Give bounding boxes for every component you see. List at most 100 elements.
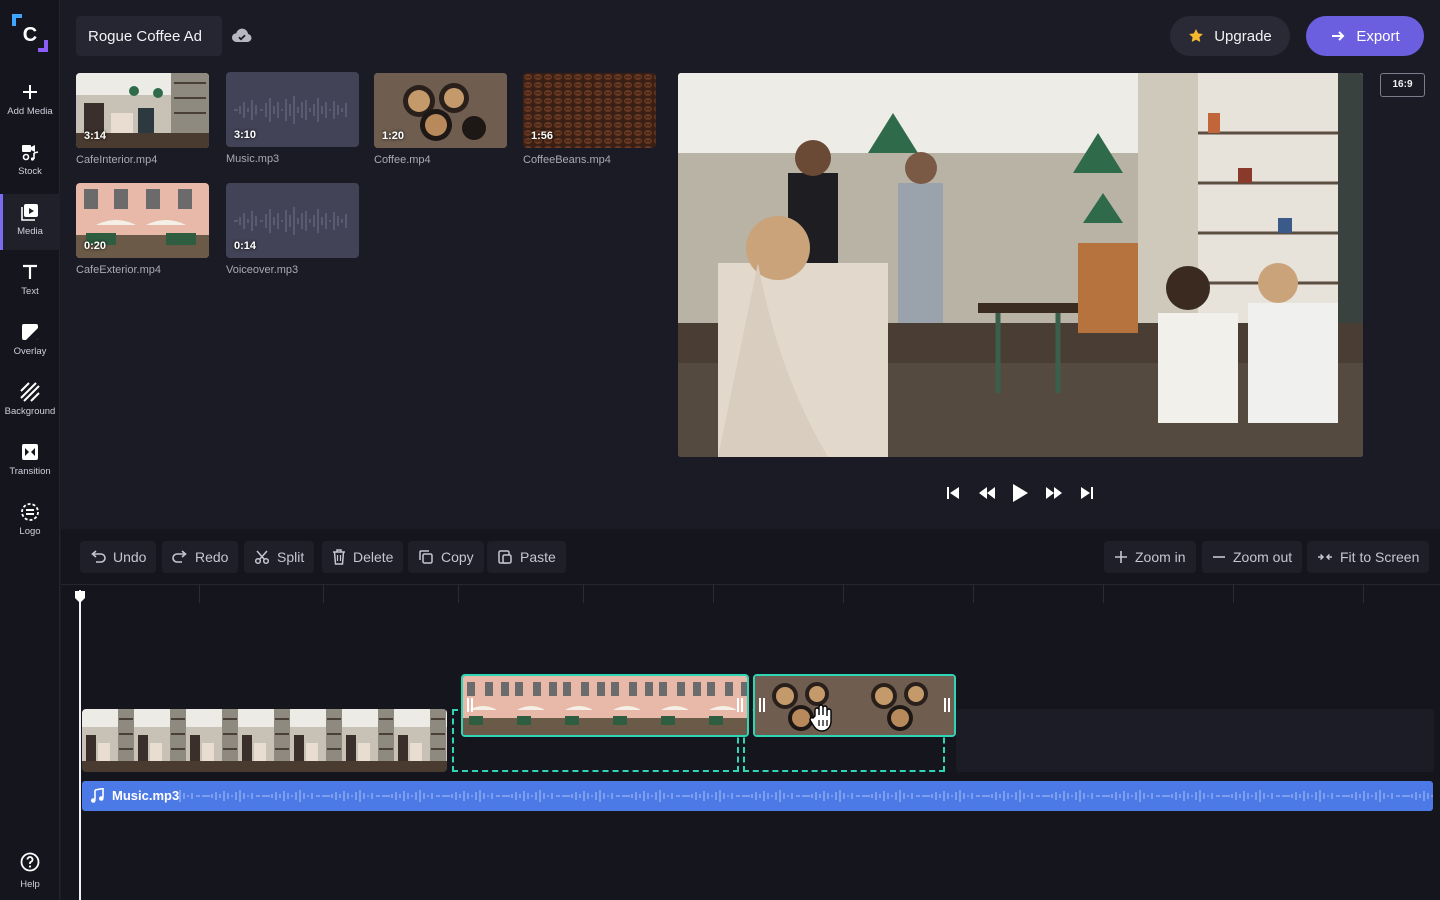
sidebar-item-background[interactable]: Background [0,382,60,438]
playback-controls [940,480,1100,506]
video-clip-coffee[interactable] [753,674,956,737]
media-thumbnail: 3:10 [226,72,359,147]
media-filename: CoffeeBeans.mp4 [523,154,611,166]
sidebar-item-label: Overlay [13,346,47,357]
media-duration: 1:20 [382,130,405,142]
sidebar-item-transition[interactable]: Transition [0,442,60,498]
project-title-field[interactable]: Rogue Coffee Ad [76,16,222,56]
media-item-coffee-beans[interactable]: 1:56 CoffeeBeans.mp4 [523,73,656,166]
media-filename: CafeInterior.mp4 [76,154,158,166]
clipchamp-logo[interactable]: C [12,14,48,52]
upgrade-label: Upgrade [1214,27,1272,45]
scissors-icon [254,550,270,565]
media-item-coffee[interactable]: 1:20 Coffee.mp4 [374,73,507,166]
trash-icon [333,549,345,565]
background-icon [20,382,40,402]
media-thumbnail: 1:20 [374,73,507,148]
ruler-tick [199,585,200,603]
svg-text:C: C [23,24,37,46]
skip-start-icon [947,487,959,499]
zoom-in-button[interactable]: Zoom in [1104,541,1196,573]
delete-label: Delete [353,549,394,565]
ruler-tick [713,585,714,603]
media-icon [21,204,38,221]
media-item-cafe-exterior[interactable]: 0:20 CafeExterior.mp4 [76,183,209,276]
audio-waveform [178,781,1433,811]
video-track-empty[interactable] [956,709,1434,772]
sidebar-item-overlay[interactable]: Overlay [0,322,60,378]
fast-forward-button[interactable] [1041,480,1067,506]
fit-to-screen-button[interactable]: Fit to Screen [1307,541,1430,573]
clip-trim-handle-left[interactable] [759,698,765,712]
delete-button[interactable]: Delete [322,541,404,573]
ruler-tick [1103,585,1104,603]
copy-button[interactable]: Copy [408,541,484,573]
ruler-tick [843,585,844,603]
music-note-icon [91,788,104,803]
redo-button[interactable]: Redo [162,541,239,573]
cloud-saved-icon [232,28,252,43]
audio-clip-label: Music.mp3 [112,788,180,803]
help-icon [20,852,40,872]
media-duration: 3:10 [234,129,257,141]
paste-label: Paste [520,549,556,565]
aspect-ratio-button[interactable]: 16:9 [1380,73,1425,97]
play-icon [1013,484,1028,502]
sidebar-item-label: Add Media [7,106,53,117]
paste-button[interactable]: Paste [487,541,566,573]
media-filename: Coffee.mp4 [374,154,431,166]
audio-clip-music[interactable]: Music.mp3 [82,781,1433,811]
rewind-icon [978,487,995,499]
sidebar-item-add-media[interactable]: Add Media [0,82,60,138]
media-item-music[interactable]: 3:10 Music.mp3 [226,72,359,165]
media-item-voiceover[interactable]: 0:14 Voiceover.mp3 [226,183,359,276]
ruler-tick [458,585,459,603]
playhead-handle-icon[interactable] [74,590,86,604]
undo-label: Undo [113,549,147,565]
plus-icon [1115,551,1127,563]
sidebar-item-media[interactable]: Media [0,194,60,250]
split-button[interactable]: Split [244,541,315,573]
redo-label: Redo [195,549,229,565]
transition-icon [22,444,38,460]
ruler-tick [973,585,974,603]
ruler-tick [583,585,584,603]
sidebar-item-label: Stock [18,166,42,177]
sidebar-item-stock[interactable]: Stock [0,142,60,198]
logo-icon [21,503,39,521]
clip-trim-handle-right[interactable] [944,698,950,712]
undo-button[interactable]: Undo [80,541,157,573]
media-item-cafe-interior[interactable]: 3:14 CafeInterior.mp4 [76,73,209,166]
text-icon [23,264,37,279]
video-clip-cafe-exterior[interactable] [461,674,749,737]
grab-hand-cursor-icon [809,704,832,732]
redo-icon [172,550,187,563]
media-thumbnail: 1:56 [523,73,656,148]
media-filename: Music.mp3 [226,153,280,165]
clip-trim-handle-right[interactable] [737,698,743,712]
sidebar-item-text[interactable]: Text [0,262,60,318]
sidebar-item-label: Logo [19,526,41,537]
media-thumbnail: 0:14 [226,183,359,258]
zoom-out-button[interactable]: Zoom out [1202,541,1303,573]
ruler-tick [1233,585,1234,603]
upgrade-button[interactable]: Upgrade [1170,16,1290,56]
sidebar-item-label: Media [17,226,43,237]
help-button[interactable]: Help [0,852,60,890]
skip-to-end-button[interactable] [1074,480,1100,506]
video-clip-cafe-interior[interactable] [82,709,447,772]
skip-to-start-button[interactable] [940,480,966,506]
sidebar-item-logo[interactable]: Logo [0,502,60,558]
media-duration: 0:20 [84,240,107,252]
sidebar-item-label: Text [21,286,39,297]
play-button[interactable] [1007,480,1033,506]
media-duration: 0:14 [234,240,257,252]
help-label: Help [20,879,40,890]
export-button[interactable]: Export [1306,16,1424,56]
playhead[interactable] [79,590,81,900]
video-preview[interactable] [678,73,1363,457]
rewind-button[interactable] [974,480,1000,506]
clip-trim-handle-left[interactable] [467,698,473,712]
media-thumbnail: 0:20 [76,183,209,258]
media-thumbnail: 3:14 [76,73,209,148]
